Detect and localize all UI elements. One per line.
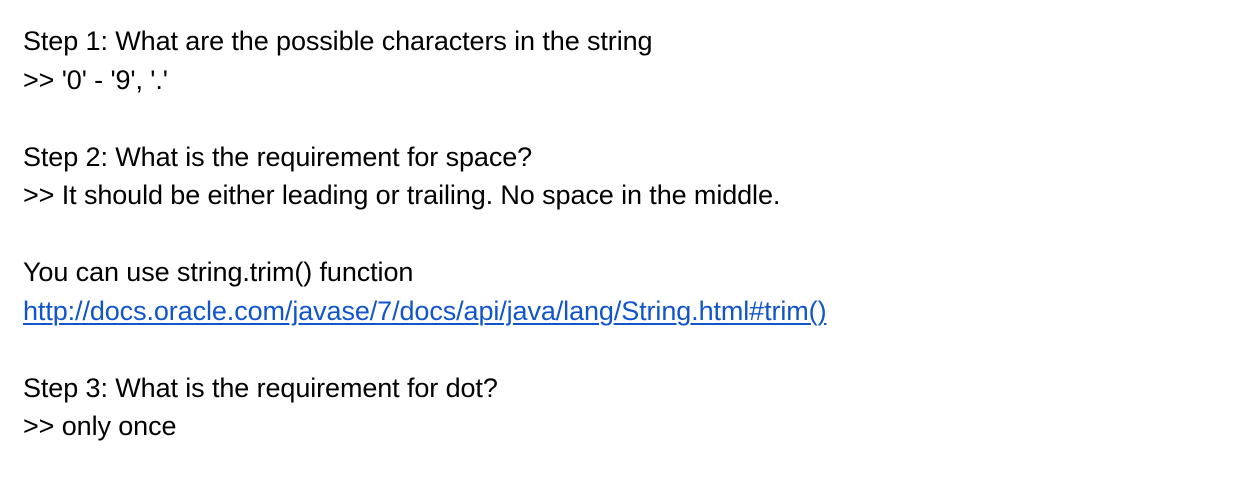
step2-question: Step 2: What is the requirement for spac… [23, 141, 533, 172]
step2-answer: >> It should be either leading or traili… [23, 180, 781, 210]
step1-question: Step 1: What are the possible characters… [23, 26, 653, 56]
document-body: Step 1: What are the possible characters… [23, 22, 1243, 446]
step3-question: Step 3: What is the requirement for dot? [23, 372, 498, 403]
step1-answer: >> '0' - '9', '.' [23, 64, 168, 95]
step3-answer: >> only once [23, 411, 177, 441]
trim-docs-line: http://docs.oracle.com/javase/7/docs/api… [23, 292, 1243, 331]
trim-docs-link[interactable]: http://docs.oracle.com/javase/7/docs/api… [23, 296, 827, 326]
trim-tip-text: You can use string.trim() function [23, 257, 414, 287]
